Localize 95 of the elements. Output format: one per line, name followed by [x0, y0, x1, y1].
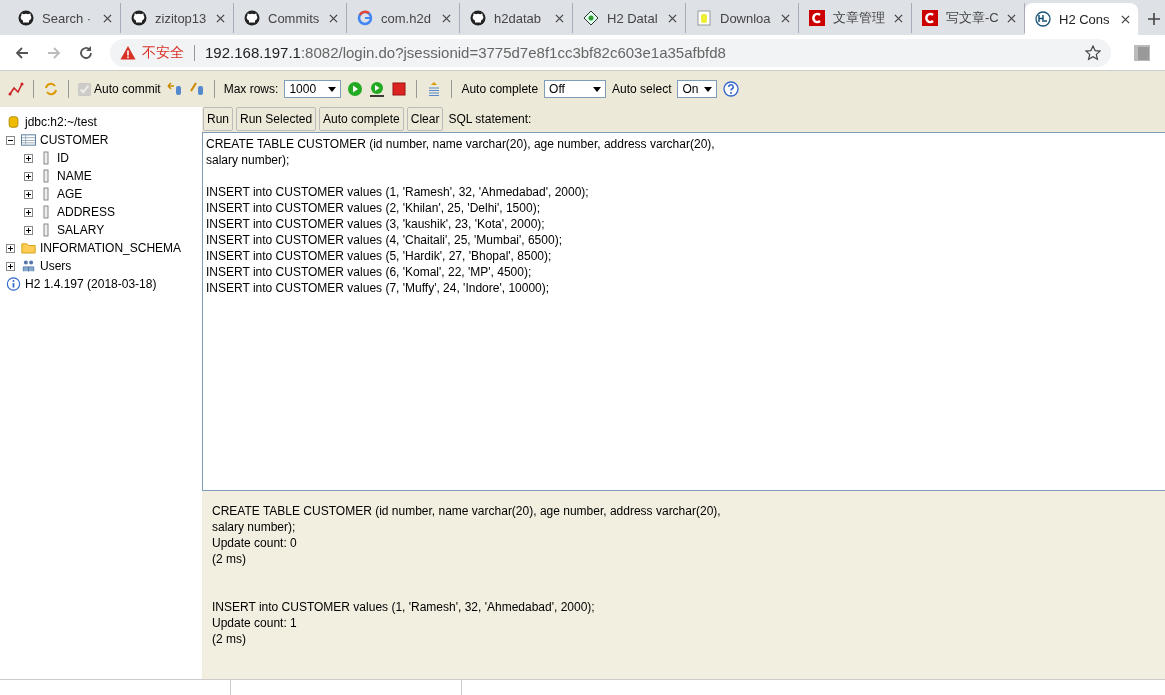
tree-item[interactable]: SALARY: [57, 223, 105, 237]
column-icon: [43, 151, 49, 165]
dropdown-arrow-icon[interactable]: [704, 86, 713, 92]
tree-item[interactable]: NAME: [57, 169, 92, 183]
tree-item[interactable]: jdbc:h2:~/test: [25, 115, 97, 129]
run-selected-icon[interactable]: [369, 81, 386, 97]
c-letter-icon: [809, 10, 825, 26]
toolbar-button[interactable]: Run: [203, 107, 233, 132]
browser-tab[interactable]: h2datab: [460, 3, 573, 33]
close-icon[interactable]: [216, 13, 225, 23]
expand-icon[interactable]: [24, 189, 33, 199]
auto-complete-label: Auto complete: [461, 82, 539, 96]
result-statement: CREATE TABLE CUSTOMER (id number, name varchar(20), age number, address varchar(20),: [212, 503, 722, 519]
column-icon: [43, 205, 49, 219]
browser-tab[interactable]: Downloa: [686, 3, 799, 33]
extension-icon[interactable]: [1133, 43, 1151, 62]
browser-tab[interactable]: zizitop13: [121, 3, 234, 33]
expand-icon[interactable]: [24, 225, 33, 235]
expand-icon[interactable]: [24, 153, 33, 163]
rollback-icon[interactable]: [166, 81, 183, 97]
address-bar[interactable]: 不安全 192.168.197.1:8082/login.do?jsessionid=3775d7e8f1cc3bf82c603e1a35afbfd8: [110, 38, 1111, 67]
close-icon[interactable]: [1121, 14, 1130, 24]
c-letter-icon: [922, 10, 938, 26]
column-icon: [43, 187, 49, 201]
expand-icon[interactable]: [6, 243, 15, 253]
tree-item[interactable]: ID: [57, 151, 69, 165]
expand-icon[interactable]: [24, 171, 33, 181]
execution-time: (2 ms): [212, 631, 247, 647]
close-icon[interactable]: [329, 13, 338, 23]
users-icon: [21, 259, 36, 273]
close-icon[interactable]: [668, 13, 677, 23]
reload-icon[interactable]: [78, 44, 94, 61]
execution-time: (2 ms): [212, 551, 247, 567]
h2-logo-icon: [1035, 11, 1051, 27]
close-icon[interactable]: [781, 13, 790, 23]
stop-icon[interactable]: [391, 81, 408, 97]
close-icon[interactable]: [894, 13, 903, 23]
auto-select-label: Auto select: [612, 82, 672, 96]
commit-icon[interactable]: [188, 81, 205, 97]
browser-tab[interactable]: 文章管理: [799, 3, 912, 33]
database-icon: [6, 115, 21, 129]
result-statement: salary number);: [212, 519, 297, 535]
github-cat-icon: [244, 10, 260, 26]
bookmark-star-icon[interactable]: [1085, 44, 1101, 61]
tree-item[interactable]: H2 1.4.197 (2018-03-18): [25, 277, 157, 291]
tree-item[interactable]: Users: [40, 259, 72, 273]
close-icon[interactable]: [555, 13, 564, 23]
diamond-icon: [583, 10, 599, 26]
result-statement: INSERT into CUSTOMER values (1, 'Ramesh', 32, 'Ahmedabad', 2000);: [212, 599, 596, 615]
github-cat-icon: [131, 10, 147, 26]
sql-editor[interactable]: CREATE TABLE CUSTOMER (id number, name varchar(20), age number, address varchar(20), salary number); INSERT into CUSTOMER values (1, 'Ramesh', 32, 'Ahmedabad', 2000); INSERT into CUSTOMER values (2, 'Khilan', 25, 'Delhi', 1500); INSERT into CUSTOMER values (3, 'kaushik', 23, 'Kota', 2000); INSERT into CUSTOMER values (4, 'Chaitali', 25, 'Mumbai', 6500); INSERT into CUSTOMER values (5, 'Hardik', 27, 'Bhopal', 8500); INSERT into CUSTOMER values (6, 'Komal', 22, 'MP', 4500); INSERT into CUSTOMER values (7, 'Muffy', 24, 'Indore', 10000);: [202, 131, 1165, 491]
folder-icon: [21, 241, 36, 255]
column-icon: [43, 223, 49, 237]
tree-item[interactable]: ADDRESS: [57, 205, 115, 219]
auto-select-dropdown[interactable]: On: [677, 80, 718, 98]
help-icon[interactable]: [723, 81, 740, 97]
browser-tab[interactable]: Search ·: [8, 3, 121, 33]
cylinder-icon: [696, 10, 712, 26]
browser-tab[interactable]: 写文章-C: [912, 3, 1025, 33]
tree-item[interactable]: AGE: [57, 187, 83, 201]
expand-icon[interactable]: [6, 261, 15, 271]
tree-item[interactable]: CUSTOMER: [40, 133, 109, 147]
github-cat-icon: [18, 10, 34, 26]
max-rows-label: Max rows:: [223, 82, 279, 96]
collapse-icon[interactable]: [6, 135, 15, 145]
tree-item[interactable]: INFORMATION_SCHEMA: [40, 241, 182, 255]
update-count: Update count: 0: [212, 535, 298, 551]
dropdown-arrow-icon[interactable]: [328, 86, 337, 92]
max-rows-dropdown[interactable]: 1000: [284, 80, 342, 98]
auto-complete-dropdown[interactable]: Off: [544, 80, 607, 98]
table-icon: [21, 133, 36, 147]
toolbar-button[interactable]: Run Selected: [236, 107, 317, 132]
column-icon: [43, 169, 49, 183]
sql-statement-label: SQL statement:: [448, 112, 532, 127]
close-icon[interactable]: [442, 13, 451, 23]
g-letter-icon: [357, 10, 373, 26]
update-count: Update count: 1: [212, 615, 298, 631]
browser-tab[interactable]: com.h2d: [347, 3, 460, 33]
warning-icon: [120, 44, 136, 61]
toolbar-button[interactable]: Auto complete: [319, 107, 404, 132]
new-tab-icon[interactable]: [1148, 13, 1160, 25]
browser-tab[interactable]: H2 Datal: [573, 3, 686, 33]
disconnect-icon[interactable]: [8, 81, 24, 97]
close-icon[interactable]: [103, 13, 112, 23]
dropdown-arrow-icon[interactable]: [593, 86, 602, 92]
expand-icon[interactable]: [24, 207, 33, 217]
run-icon[interactable]: [347, 81, 364, 97]
browser-tab[interactable]: H2 Cons: [1025, 3, 1138, 35]
toolbar-button[interactable]: Clear: [406, 107, 444, 132]
close-icon[interactable]: [1007, 13, 1016, 23]
browser-tab[interactable]: Commits: [234, 3, 347, 33]
info-icon: [6, 277, 21, 291]
github-cat-icon: [470, 10, 486, 26]
back-arrow-icon[interactable]: [14, 44, 30, 61]
auto-commit-label: Auto commit: [94, 82, 161, 96]
